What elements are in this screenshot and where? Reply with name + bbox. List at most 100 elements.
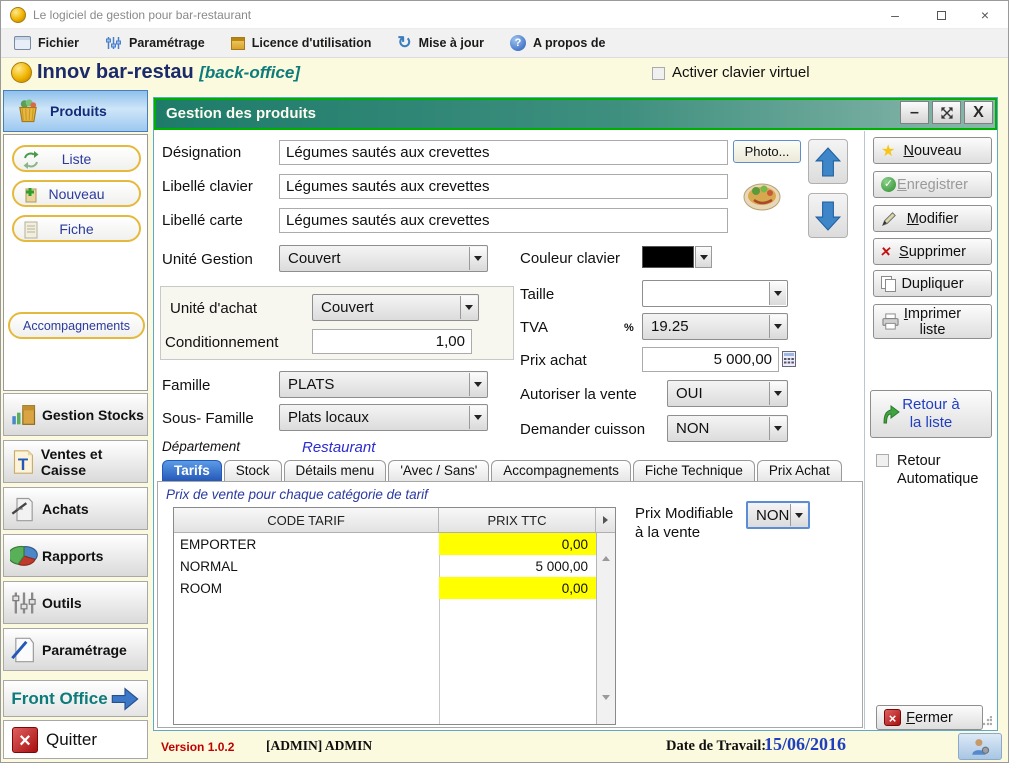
retour-liste-button[interactable]: Retour àla liste	[870, 390, 992, 438]
user-settings-button[interactable]	[958, 733, 1002, 760]
tab-prix-achat[interactable]: Prix Achat	[757, 460, 842, 481]
table-row[interactable]: EMPORTER 0,00	[174, 533, 596, 555]
enregistrer-button[interactable]: ✓ Enregistrer	[873, 171, 992, 198]
imprimer-liste-button[interactable]: Imprimerliste	[873, 304, 992, 339]
autoriser-vente-label: Autoriser la vente	[520, 386, 637, 403]
conditionnement-input[interactable]	[312, 329, 472, 354]
panel-maximize-button[interactable]	[932, 101, 961, 124]
app-name: Innov bar-restau [back-office]	[37, 61, 300, 84]
prix-achat-input[interactable]	[642, 347, 779, 372]
chevron-down-icon	[769, 315, 786, 338]
menu-fichier[interactable]: Fichier	[1, 29, 92, 57]
tab-tarifs[interactable]: Tarifs	[162, 460, 222, 481]
unite-gestion-select[interactable]: Couvert	[279, 245, 488, 272]
product-photo-thumbnail[interactable]	[742, 178, 782, 216]
tarifs-table-header: CODE TARIF PRIX TTC	[174, 508, 615, 533]
couleur-clavier-dropdown-button[interactable]	[695, 246, 712, 268]
sidebar-item-ventes-et-caisse[interactable]: T Ventes et Caisse	[3, 440, 148, 483]
sidebar-item-rapports[interactable]: Rapports	[3, 534, 148, 577]
supprimer-button[interactable]: × Supprimer	[873, 238, 992, 265]
table-row[interactable]: ROOM 0,00	[174, 577, 596, 599]
svg-text:T: T	[18, 454, 29, 473]
sidebar-item-outils[interactable]: Outils	[3, 581, 148, 624]
sidebar-item-fiche[interactable]: Fiche	[12, 215, 141, 242]
modifier-button[interactable]: Modifier	[873, 205, 992, 232]
new-item-icon	[21, 185, 41, 205]
quit-button[interactable]: × Quitter	[3, 720, 148, 759]
menu-mise-a-jour[interactable]: ↻ Mise à jour	[384, 29, 497, 57]
sidebar-item-achats[interactable]: Achats	[3, 487, 148, 530]
menu-a-propos[interactable]: ? A propos de	[497, 29, 618, 57]
sidebar-item-liste[interactable]: Liste	[12, 145, 141, 172]
sidebar-item-parametrage[interactable]: Paramétrage	[3, 628, 148, 671]
brand-sphere-icon	[11, 62, 32, 83]
move-down-button[interactable]	[808, 193, 848, 238]
printer-icon	[881, 313, 900, 330]
sidebar-item-nouveau[interactable]: Nouveau	[12, 180, 141, 207]
autoriser-vente-select[interactable]: OUI	[667, 380, 788, 407]
calculator-icon[interactable]	[782, 350, 796, 368]
tab-avec-sans[interactable]: 'Avec / Sans'	[388, 460, 489, 481]
libelle-clavier-input[interactable]	[279, 174, 728, 199]
col-header-prix-ttc[interactable]: PRIX TTC	[439, 508, 596, 532]
menu-licence[interactable]: Licence d'utilisation	[218, 29, 385, 57]
quit-x-icon: ×	[12, 727, 38, 753]
tarifs-table: CODE TARIF PRIX TTC EMPORTER 0,00 NORMAL…	[173, 507, 616, 725]
recycle-icon	[21, 150, 41, 170]
window-title: Le logiciel de gestion pour bar-restaura…	[33, 8, 251, 22]
designation-input[interactable]	[279, 140, 728, 165]
chevron-down-icon	[769, 382, 786, 405]
famille-select[interactable]: PLATS	[279, 371, 488, 398]
scroll-down-icon[interactable]	[602, 700, 610, 718]
tab-fiche-technique[interactable]: Fiche Technique	[633, 460, 755, 481]
window-title-bar: Le logiciel de gestion pour bar-restaura…	[1, 1, 1008, 29]
front-office-button[interactable]: Front Office	[3, 680, 148, 717]
panel-close-button[interactable]: X	[964, 101, 993, 124]
photo-button[interactable]: Photo...	[733, 140, 801, 163]
virtual-keyboard-checkbox[interactable]	[652, 67, 665, 80]
window-close-button[interactable]: ×	[968, 5, 1002, 25]
sidebar-item-accompagnements[interactable]: Accompagnements	[8, 312, 145, 339]
dupliquer-button[interactable]: Dupliquer	[873, 270, 992, 297]
chevron-down-icon	[469, 406, 486, 429]
libelle-carte-input[interactable]	[279, 208, 728, 233]
tab-stock[interactable]: Stock	[224, 460, 282, 481]
panel-minimize-button[interactable]: –	[900, 101, 929, 124]
prix-modifiable-select[interactable]: NON	[746, 501, 810, 529]
scroll-up-icon[interactable]	[602, 539, 610, 557]
sidebar-item-produits[interactable]: Produits	[3, 90, 148, 132]
col-header-code-tarif[interactable]: CODE TARIF	[174, 508, 439, 532]
demander-cuisson-select[interactable]: NON	[667, 415, 788, 442]
move-up-button[interactable]	[808, 139, 848, 184]
help-icon: ?	[510, 35, 526, 51]
tab-accompagnements[interactable]: Accompagnements	[491, 460, 631, 481]
col-header-expand[interactable]	[596, 508, 615, 532]
taille-select[interactable]	[642, 280, 788, 307]
work-date-value[interactable]: 15/06/2016	[764, 734, 846, 755]
couleur-clavier-swatch[interactable]	[642, 246, 694, 268]
menu-parametrage[interactable]: Paramétrage	[92, 29, 218, 57]
unite-achat-select[interactable]: Couvert	[312, 294, 479, 321]
tab-details-menu[interactable]: Détails menu	[284, 460, 387, 481]
resize-grip[interactable]	[982, 716, 992, 726]
chevron-down-icon	[790, 504, 807, 526]
sous-famille-label: Sous- Famille	[162, 410, 254, 427]
sidebar-item-gestion-stocks[interactable]: Gestion Stocks	[3, 393, 148, 436]
sliders-icon	[105, 35, 122, 51]
menu-bar: Fichier Paramétrage Licence d'utilisatio…	[1, 29, 1008, 58]
table-scrollbar[interactable]	[596, 533, 615, 724]
window-minimize-button[interactable]: –	[878, 5, 912, 25]
conditionnement-label: Conditionnement	[165, 334, 278, 351]
app-mode: [back-office]	[199, 63, 300, 82]
tarifs-table-body: EMPORTER 0,00 NORMAL 5 000,00 ROOM 0,00	[174, 533, 615, 724]
nouveau-button[interactable]: ★ Nouveau	[873, 137, 992, 164]
retour-automatique-checkbox[interactable]	[876, 454, 889, 467]
chevron-down-icon	[700, 255, 708, 260]
window-maximize-button[interactable]	[924, 5, 958, 25]
stocks-icon	[10, 401, 38, 429]
fermer-button[interactable]: × Fermer	[876, 705, 983, 730]
sous-famille-select[interactable]: Plats locaux	[279, 404, 488, 431]
tva-select[interactable]: 19.25	[642, 313, 788, 340]
tarifs-caption: Prix de vente pour chaque catégorie de t…	[166, 487, 428, 502]
table-row[interactable]: NORMAL 5 000,00	[174, 555, 596, 577]
